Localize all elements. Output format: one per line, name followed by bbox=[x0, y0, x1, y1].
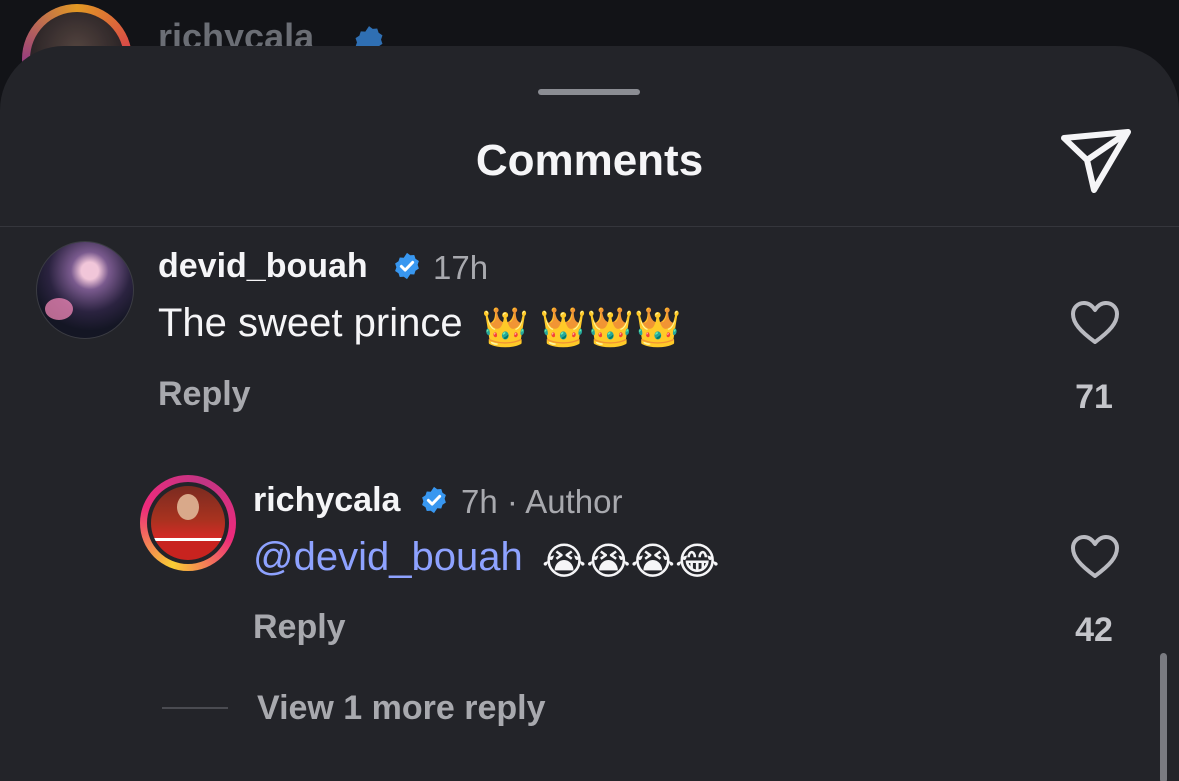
header-divider bbox=[0, 226, 1179, 227]
view-more-replies-button[interactable]: View 1 more reply bbox=[257, 689, 546, 728]
reply-avatar-ring[interactable] bbox=[140, 475, 236, 571]
crying-laughing-emojis: 😭😭😭😂 bbox=[541, 541, 720, 583]
reply-meta: 7h · Author bbox=[461, 483, 622, 521]
reply-avatar bbox=[147, 482, 229, 564]
comment-timestamp: 17h bbox=[433, 249, 489, 286]
scrollbar[interactable] bbox=[1160, 653, 1167, 781]
send-icon[interactable] bbox=[1058, 126, 1134, 196]
screen: richycala Comments devid_bouah 17h The s… bbox=[0, 0, 1179, 781]
crown-emojis: 👑 👑👑👑 bbox=[481, 307, 682, 349]
comment-text: The sweet prince 👑 👑👑👑 bbox=[158, 301, 682, 347]
mention-link[interactable]: @devid_bouah bbox=[253, 535, 523, 579]
reply-button[interactable]: Reply bbox=[158, 375, 251, 414]
like-count: 42 bbox=[1075, 611, 1113, 649]
reply-username[interactable]: richycala bbox=[253, 481, 400, 520]
sheet-grabber[interactable] bbox=[538, 89, 640, 95]
sheet-title: Comments bbox=[475, 136, 704, 185]
reply-avatar-photo bbox=[151, 486, 225, 560]
commenter-avatar[interactable] bbox=[36, 241, 134, 339]
heart-icon[interactable] bbox=[1070, 300, 1120, 346]
verified-badge-icon bbox=[395, 252, 419, 280]
reply-button[interactable]: Reply bbox=[253, 608, 346, 647]
reply-timestamp: 7h bbox=[461, 483, 498, 520]
like-count: 71 bbox=[1075, 378, 1113, 416]
more-replies-line bbox=[162, 707, 228, 709]
comments-sheet: Comments devid_bouah 17h The sweet princ… bbox=[0, 46, 1179, 781]
comment-text-body: The sweet prince bbox=[158, 301, 463, 345]
heart-icon[interactable] bbox=[1070, 534, 1120, 580]
author-label: · Author bbox=[506, 483, 623, 520]
comment-username[interactable]: devid_bouah bbox=[158, 247, 368, 286]
verified-badge-icon bbox=[422, 486, 446, 514]
reply-text: @devid_bouah 😭😭😭😂 bbox=[253, 535, 719, 581]
